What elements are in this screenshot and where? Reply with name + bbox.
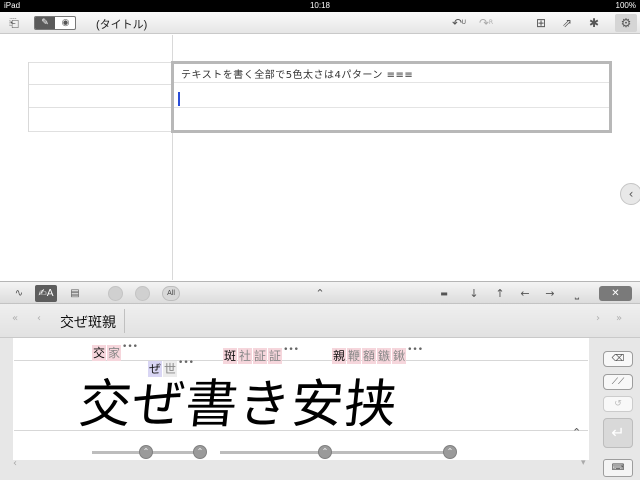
table-line [28,62,29,132]
collapse-panel-icon[interactable]: ⌃ [311,285,329,302]
status-bar: iPad 10:18 100% [0,0,640,12]
first-page-icon[interactable]: « [12,313,18,324]
option-circle-button[interactable] [135,286,150,301]
eraser-icon[interactable]: ⌫ [603,351,633,367]
candidate-group[interactable]: 交家 ••• [92,342,138,361]
handwritten-text: テキストを書く全部で5色太さは4パターン ≡≡≡ [181,70,414,81]
more-candidates-icon[interactable]: ••• [407,345,423,355]
ruled-line [174,107,609,108]
ruled-line [174,82,609,83]
text-cursor [178,92,180,106]
handwritten-input: 交ぜ書き安挟 [76,375,401,435]
insert-space-icon[interactable]: ▬ [433,285,455,302]
page-title[interactable]: (タイトル) [96,16,147,32]
handwriting-scrollbar[interactable]: ‹ ▾ [13,458,589,471]
segment-handle[interactable]: ⌃ [318,445,332,459]
candidate-char[interactable]: 家 [107,345,122,361]
segment-handle[interactable]: ⌃ [193,445,207,459]
option-circle-button[interactable] [108,286,123,301]
export-icon[interactable]: ⇗ [558,14,576,32]
more-candidates-icon[interactable]: ••• [283,345,299,355]
input-panel-toolbar: ∿ ✍A ▤ All ⌃ ▬ ↓ ↑ ← → ⎵ ✕ [0,281,640,304]
table-line [28,62,172,63]
candidate-char[interactable]: 交 [92,345,107,361]
text-conversion-mode-icon[interactable]: ✍A [35,285,57,302]
scroll-left-icon[interactable]: ‹ [13,458,17,469]
candidate-group[interactable]: 斑社証証 ••• [223,345,299,364]
expand-icon[interactable]: ⌃ [572,426,581,439]
top-toolbar: ⎗ ✎ ◉ (タイトル) ↶ U ↷ R ⊞ ⇗ ✱ ⚙ [0,12,640,34]
side-panel-toggle[interactable]: ‹ [620,183,640,205]
space-icon[interactable]: ⎵ [568,285,586,302]
keyboard-icon[interactable]: ⌨ [603,459,633,477]
handwriting-mode-icon[interactable]: ∿ [8,285,30,302]
battery-percentage: 100% [615,1,636,10]
pen-mode-icon[interactable]: ✎ [35,17,55,29]
more-candidates-icon[interactable]: ••• [122,342,138,352]
notes-list-icon[interactable]: ⎗ [5,14,23,32]
handwriting-area: 交家 ••• ぜ世 ••• 斑社証証 ••• 親鞭額鏃鍬 ••• 交ぜ書き安挟 ⌃ ⌃ … [0,338,640,480]
bluetooth-settings-icon[interactable]: ✱ [585,14,603,32]
undo-stroke-icon[interactable]: ↺ [603,396,633,412]
all-button[interactable]: All [162,286,180,301]
last-page-icon[interactable]: » [616,313,622,324]
converted-text[interactable]: 交ぜ斑親 [60,312,116,332]
segment-slider [220,451,456,454]
scroll-right-icon[interactable]: ▾ [581,458,586,468]
table-line [28,131,172,132]
view-mode-icon[interactable]: ◉ [56,17,75,29]
arrow-down-icon[interactable]: ↓ [465,285,483,302]
redo-button[interactable]: ↷ R [475,14,493,32]
next-icon[interactable]: › [596,313,600,324]
clear-strokes-icon[interactable]: ⟋⟋ [603,374,633,390]
divider [124,309,125,333]
previous-icon[interactable]: ‹ [37,313,41,324]
candidate-group[interactable]: 親鞭額鏃鍬 ••• [332,345,423,364]
segment-handle[interactable]: ⌃ [443,445,457,459]
table-line [28,84,172,85]
text-box[interactable]: テキストを書く全部で5色太さは4パターン ≡≡≡ [171,61,612,133]
enter-icon[interactable]: ↵ [603,418,633,448]
gear-icon[interactable]: ⚙ [615,14,637,32]
arrow-left-icon[interactable]: ← [516,285,534,302]
delete-icon[interactable]: ✕ [599,286,632,301]
mode-toggle[interactable]: ✎ ◉ [34,16,76,30]
clock: 10:18 [309,1,331,10]
keyboard-mode-icon[interactable]: ▤ [64,285,86,302]
add-page-icon[interactable]: ⊞ [532,14,550,32]
arrow-right-icon[interactable]: → [541,285,559,302]
segment-handle[interactable]: ⌃ [139,445,153,459]
conversion-row: « ‹ 交ぜ斑親 › » [0,304,640,338]
undo-button[interactable]: ↶ U [448,14,466,32]
arrow-up-icon[interactable]: ↑ [491,285,509,302]
table-line [28,107,172,108]
